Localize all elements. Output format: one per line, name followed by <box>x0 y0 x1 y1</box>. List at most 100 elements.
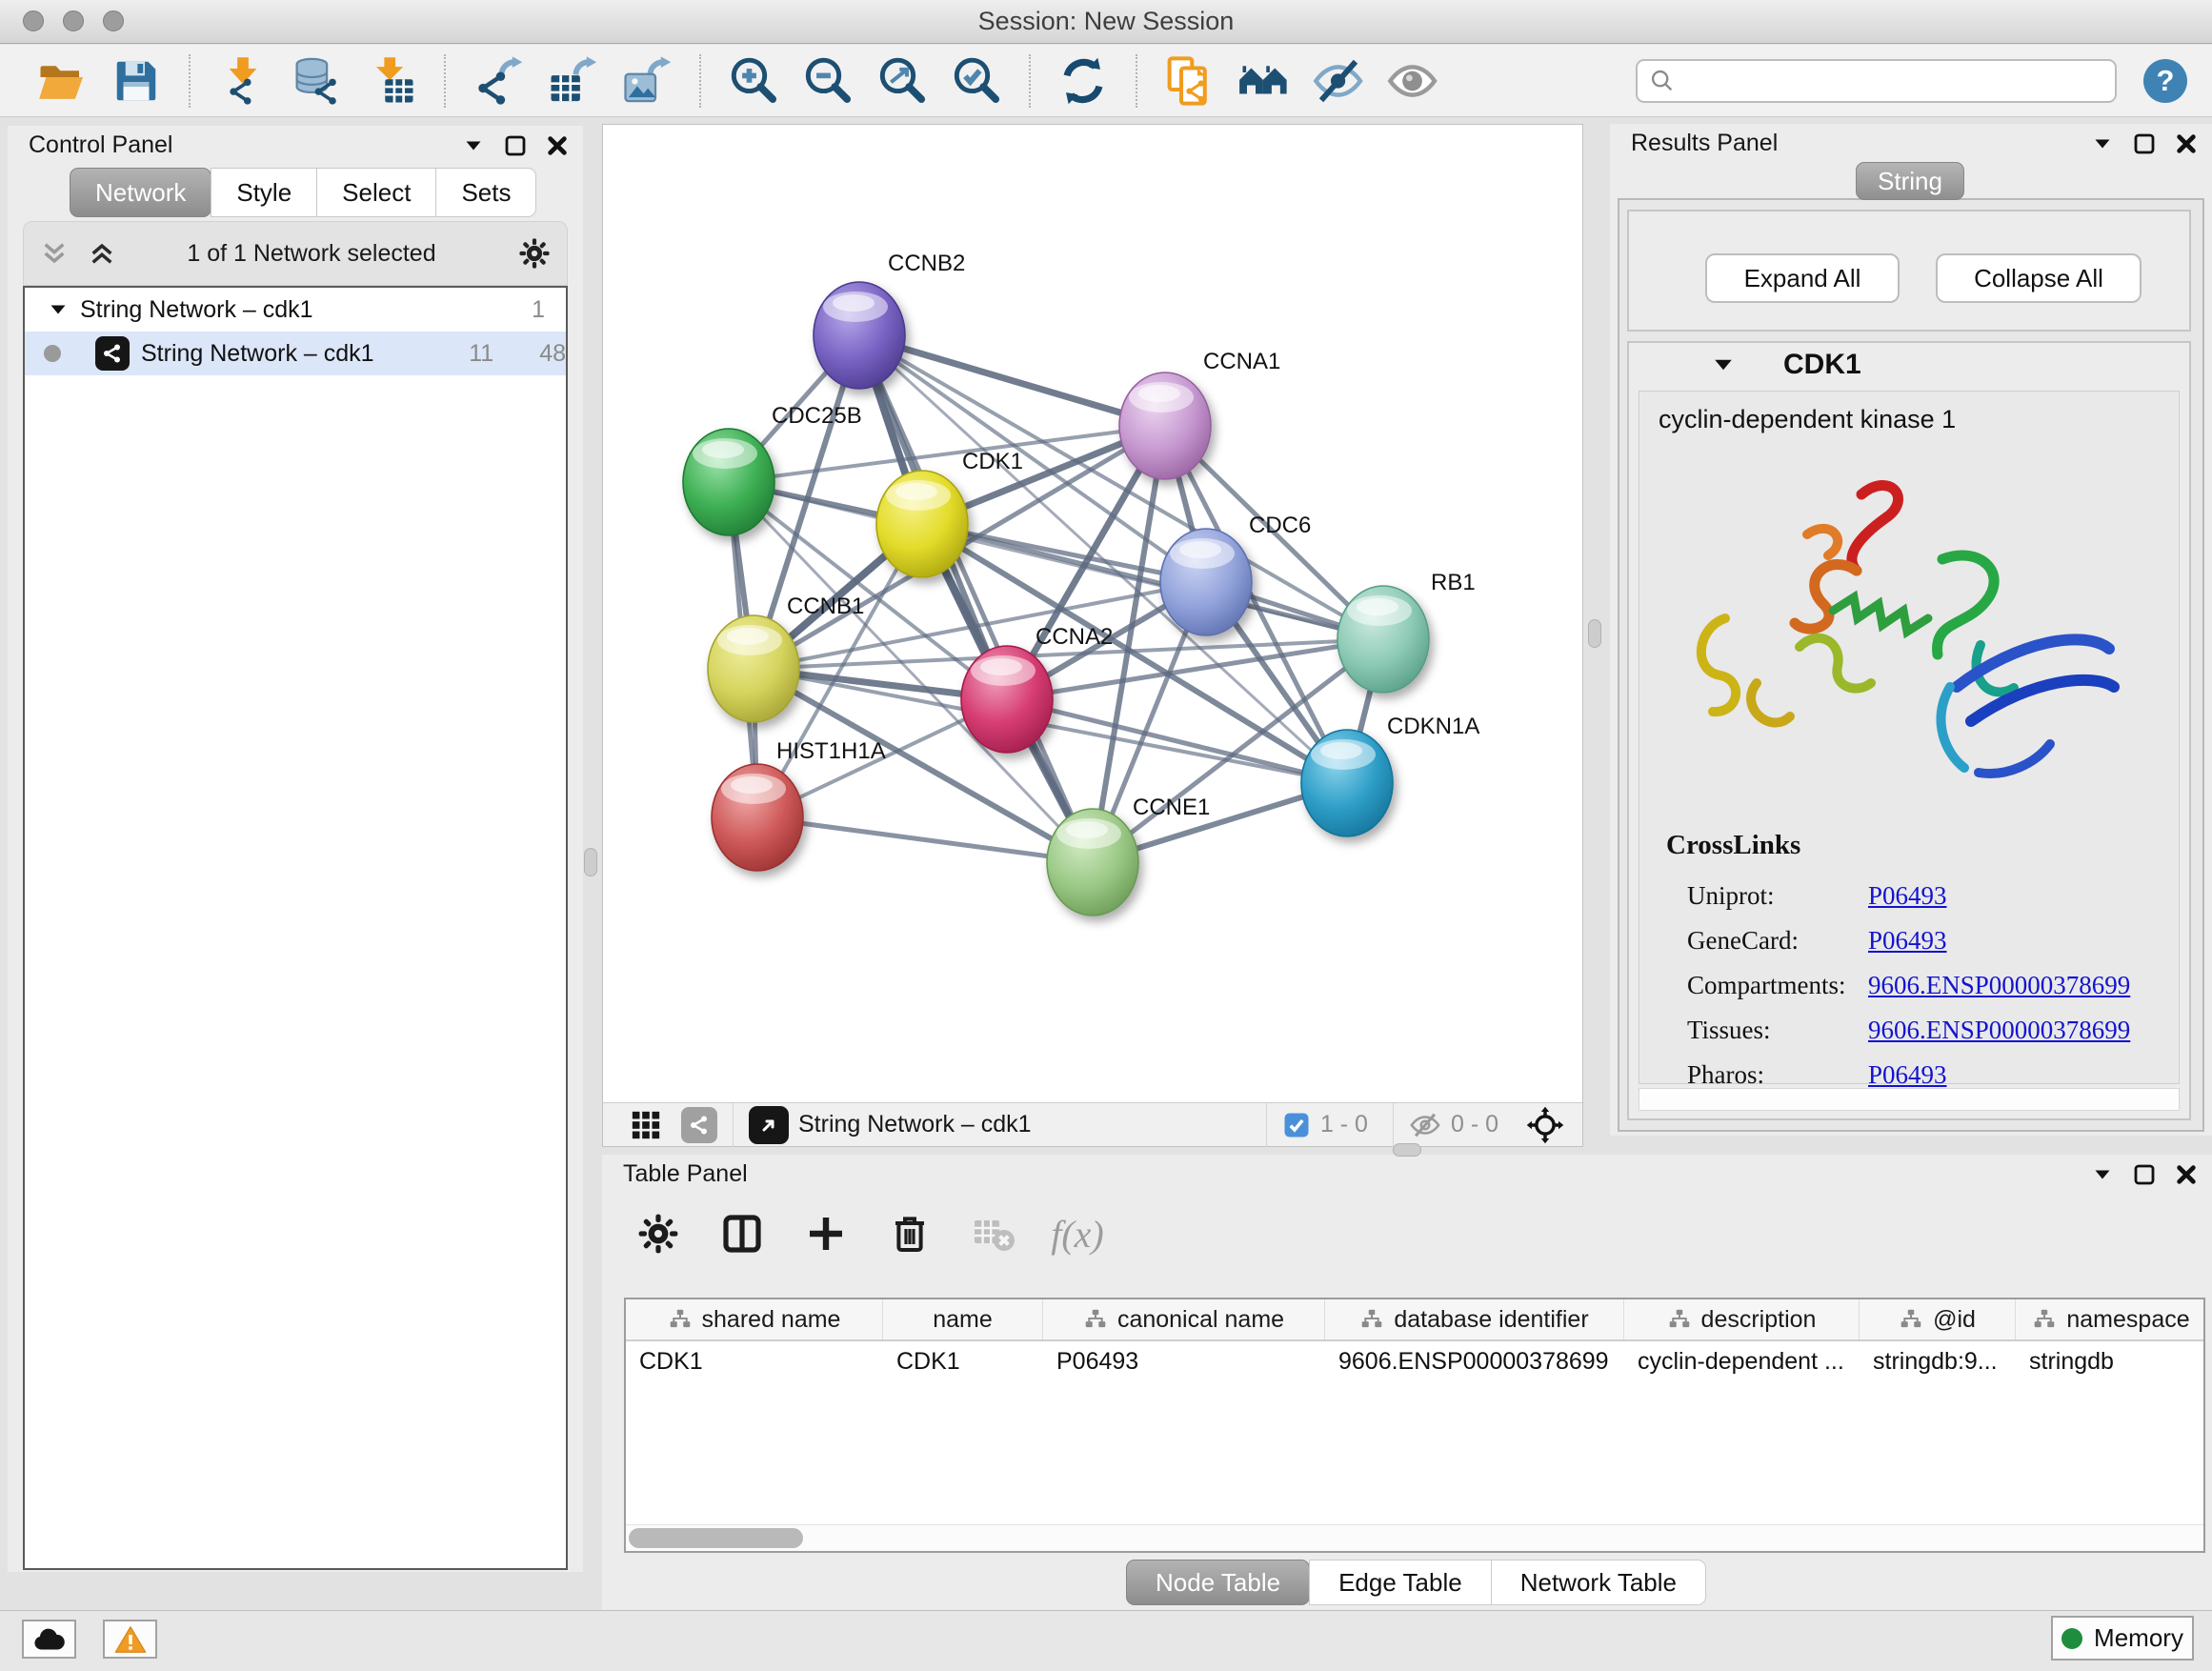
scrollbar-thumb[interactable] <box>629 1528 803 1548</box>
close-panel-icon[interactable] <box>2174 1162 2199 1187</box>
warning-button[interactable] <box>103 1620 157 1659</box>
node-CDKN1A[interactable]: CDKN1A <box>1301 714 1479 836</box>
search-box[interactable] <box>1636 59 2117 103</box>
minimize-window-button[interactable] <box>63 10 84 31</box>
column-header-shared-name[interactable]: shared name <box>626 1299 883 1339</box>
zoom-out-button[interactable] <box>796 51 859 111</box>
zoom-window-button[interactable] <box>103 10 124 31</box>
panel-menu-icon[interactable] <box>2090 131 2115 156</box>
column-header-namespace[interactable]: namespace <box>2016 1299 2205 1339</box>
cloud-button[interactable] <box>22 1620 76 1659</box>
float-panel-icon[interactable] <box>2132 131 2157 156</box>
node-CCNB1[interactable]: CCNB1 <box>708 594 864 722</box>
node-CCNA1[interactable]: CCNA1 <box>1119 349 1280 479</box>
table-cell[interactable]: 9606.ENSP00000378699 <box>1325 1341 1624 1381</box>
node-HIST1H1A[interactable]: HIST1H1A <box>712 738 886 871</box>
tab-node-table[interactable]: Node Table <box>1126 1560 1310 1605</box>
edge-CCNB2-CCNE1[interactable] <box>859 335 1093 862</box>
network-collection-row[interactable]: String Network – cdk1 1 <box>25 288 566 332</box>
column-header-database-identifier[interactable]: database identifier <box>1325 1299 1624 1339</box>
open-in-window-icon[interactable] <box>749 1106 789 1144</box>
left-splitter-handle[interactable] <box>584 848 597 876</box>
pan-crosshair-icon[interactable] <box>1525 1105 1565 1145</box>
open-button[interactable] <box>30 51 93 111</box>
float-panel-icon[interactable] <box>2132 1162 2157 1187</box>
right-splitter-handle[interactable] <box>1588 619 1601 648</box>
import-network-button[interactable] <box>211 51 274 111</box>
node-CCNB2[interactable]: CCNB2 <box>814 251 965 389</box>
table-row[interactable]: CDK1CDK1P064939606.ENSP00000378699cyclin… <box>626 1341 2203 1381</box>
hidden-eye-icon[interactable] <box>1409 1109 1441 1141</box>
export-image-button[interactable] <box>615 51 678 111</box>
network-canvas[interactable]: CCNB2 CCNA1 CDC25B CDK1 CDC6 <box>603 125 1582 1102</box>
float-panel-icon[interactable] <box>503 133 528 158</box>
tab-style[interactable]: Style <box>211 168 317 217</box>
trash-button[interactable] <box>882 1206 937 1261</box>
tab-edge-table[interactable]: Edge Table <box>1309 1560 1492 1605</box>
hide-panel-button[interactable] <box>1307 51 1370 111</box>
table-cell[interactable]: cyclin-dependent ... <box>1624 1341 1860 1381</box>
search-input[interactable] <box>1685 67 2103 94</box>
birds-eye-view-icon[interactable] <box>630 1109 662 1141</box>
bottom-splitter-handle[interactable] <box>1393 1143 1421 1157</box>
import-table-button[interactable] <box>360 51 423 111</box>
zoom-selected-button[interactable] <box>945 51 1008 111</box>
home-button[interactable] <box>1233 51 1296 111</box>
expand-all-icon[interactable] <box>85 238 119 269</box>
network-type-icon[interactable] <box>681 1107 717 1143</box>
zoom-in-button[interactable] <box>722 51 785 111</box>
tab-network[interactable]: Network <box>70 168 211 217</box>
close-window-button[interactable] <box>23 10 44 31</box>
export-network-button[interactable] <box>467 51 530 111</box>
column-header-id[interactable]: @id <box>1860 1299 2016 1339</box>
crosslink-value-link[interactable]: P06493 <box>1868 1060 1947 1090</box>
table-cell[interactable]: CDK1 <box>883 1341 1043 1381</box>
close-panel-icon[interactable] <box>2174 131 2199 156</box>
close-panel-icon[interactable] <box>545 133 570 158</box>
column-header-description[interactable]: description <box>1624 1299 1860 1339</box>
zoom-fit-button[interactable] <box>871 51 934 111</box>
tree-expand-icon[interactable] <box>50 304 69 315</box>
node-RB1[interactable]: RB1 <box>1337 570 1476 693</box>
horizontal-scrollbar[interactable] <box>626 1524 2203 1551</box>
memory-button[interactable]: Memory <box>2051 1616 2194 1661</box>
export-table-button[interactable] <box>541 51 604 111</box>
section-collapse-icon[interactable] <box>1713 358 1734 372</box>
save-button[interactable] <box>105 51 168 111</box>
columns-button[interactable] <box>714 1206 770 1261</box>
gear-button[interactable] <box>631 1206 686 1261</box>
selected-checkbox-icon[interactable] <box>1282 1111 1311 1139</box>
column-header-name[interactable]: name <box>883 1299 1043 1339</box>
table-cell[interactable]: stringdb:9... <box>1860 1341 2016 1381</box>
expand-all-button[interactable]: Expand All <box>1705 253 1900 303</box>
network-row-selected[interactable]: String Network – cdk1 11 48 <box>25 332 566 375</box>
edge-CCNB2-CCNA1[interactable] <box>859 335 1165 426</box>
crosslink-value-link[interactable]: 9606.ENSP00000378699 <box>1868 971 2130 1000</box>
help-button[interactable]: ? <box>2143 59 2187 103</box>
crosslink-row: GeneCard:P06493 <box>1687 926 1799 956</box>
show-panel-button[interactable] <box>1381 51 1444 111</box>
crosslink-value-link[interactable]: P06493 <box>1868 926 1947 956</box>
tab-string[interactable]: String <box>1856 162 1964 200</box>
table-cell[interactable]: P06493 <box>1043 1341 1325 1381</box>
collapse-all-button[interactable]: Collapse All <box>1936 253 2142 303</box>
node-CDK1[interactable]: CDK1 <box>876 449 1023 577</box>
crosslink-value-link[interactable]: 9606.ENSP00000378699 <box>1868 1016 2130 1045</box>
panel-menu-icon[interactable] <box>461 133 486 158</box>
edge-HIST1H1A-CCNE1[interactable] <box>757 817 1093 862</box>
tab-select[interactable]: Select <box>316 168 436 217</box>
refresh-button[interactable] <box>1052 51 1115 111</box>
add-button[interactable] <box>798 1206 854 1261</box>
crosslink-value-link[interactable]: P06493 <box>1868 881 1947 911</box>
panel-menu-icon[interactable] <box>2090 1162 2115 1187</box>
tab-sets[interactable]: Sets <box>435 168 536 217</box>
duplicate-network-button[interactable] <box>1158 51 1221 111</box>
tab-network-table[interactable]: Network Table <box>1491 1560 1706 1605</box>
fx-button[interactable]: f(x) <box>1050 1206 1105 1261</box>
gear-icon[interactable] <box>517 238 552 269</box>
table-cell[interactable]: CDK1 <box>626 1341 883 1381</box>
table-cell[interactable]: stringdb <box>2016 1341 2205 1381</box>
column-header-canonical-name[interactable]: canonical name <box>1043 1299 1325 1339</box>
import-database-button[interactable] <box>286 51 349 111</box>
collapse-all-icon[interactable] <box>37 238 71 269</box>
